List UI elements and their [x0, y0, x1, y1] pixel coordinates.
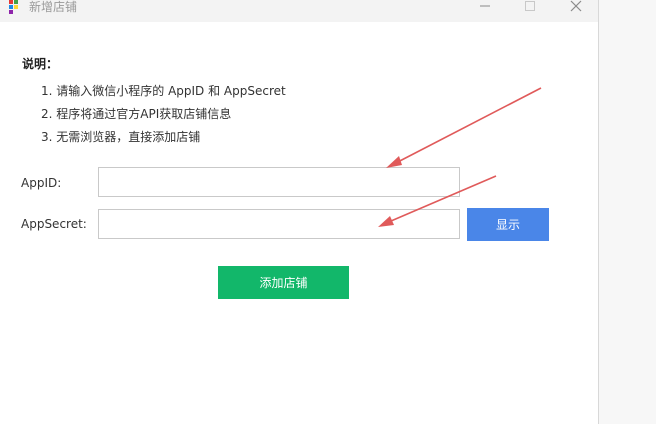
appid-label: AppID: [21, 176, 62, 190]
background-area [599, 0, 656, 424]
minimize-icon [480, 5, 490, 7]
close-button[interactable] [561, 0, 591, 16]
instruction-item: 3. 无需浏览器，直接添加店铺 [41, 130, 201, 144]
window-title: 新增店铺 [29, 0, 78, 14]
add-store-dialog: 新增店铺 说明： 1. 请输入微信小程序的 AppID 和 AppSecret … [0, 0, 599, 424]
maximize-icon [525, 1, 535, 11]
instruction-item: 2. 程序将通过官方API获取店铺信息 [41, 107, 232, 121]
appsecret-label: AppSecret: [21, 217, 87, 231]
maximize-button[interactable] [515, 0, 545, 16]
instruction-item: 1. 请输入微信小程序的 AppID 和 AppSecret [41, 84, 286, 98]
add-store-button[interactable]: 添加店铺 [218, 266, 349, 299]
title-bar: 新增店铺 [0, 0, 598, 22]
close-icon [570, 0, 582, 12]
show-secret-button[interactable]: 显示 [467, 208, 549, 241]
appid-input[interactable] [98, 167, 460, 197]
appsecret-input[interactable] [98, 209, 460, 239]
app-grid-icon [9, 0, 18, 14]
instructions-heading: 说明： [22, 57, 59, 71]
minimize-button[interactable] [470, 0, 500, 16]
